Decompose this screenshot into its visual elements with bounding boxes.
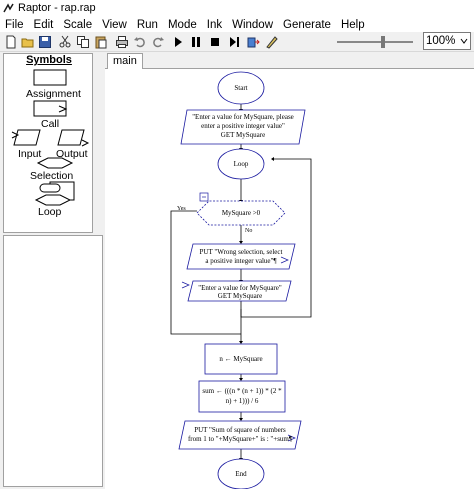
stop-icon: [211, 38, 219, 46]
undo-icon: [134, 37, 145, 48]
menu-mode[interactable]: Mode: [163, 19, 202, 31]
scissors-icon: [59, 35, 71, 48]
output-sum-line-2: from 1 to "+MySquare+" is : "+sum¶: [188, 435, 293, 443]
symbol-label-assignment: Assignment: [26, 88, 81, 100]
printer-icon: [116, 36, 128, 48]
start-text: Start: [234, 84, 247, 92]
input-prompt-2-line-2: GET MySquare: [218, 292, 262, 300]
chevron-down-icon: [460, 38, 468, 44]
menu-edit[interactable]: Edit: [29, 19, 59, 31]
loop-symbol-diamond[interactable]: [34, 194, 72, 206]
output-symbol[interactable]: [57, 129, 85, 146]
zoom-value: 100%: [426, 35, 456, 47]
menu-run[interactable]: Run: [132, 19, 163, 31]
assignment-symbol[interactable]: [33, 69, 67, 86]
save-button[interactable]: [37, 34, 53, 50]
speed-slider-thumb[interactable]: [381, 36, 385, 48]
ink-button[interactable]: [264, 34, 280, 50]
assign-sum-line-2: n) + 1))) / 6: [226, 397, 259, 405]
cut-button[interactable]: [57, 34, 73, 50]
loop-symbol-top[interactable]: [39, 183, 61, 193]
symbol-label-loop: Loop: [38, 206, 62, 218]
loop-text: Loop: [234, 160, 249, 168]
menu-ink[interactable]: Ink: [202, 19, 227, 31]
open-file-button[interactable]: [20, 34, 36, 50]
new-file-icon: [6, 35, 16, 49]
input-prompt-2-line-1: "Enter a value for MySquare": [198, 284, 282, 292]
reset-icon: [247, 37, 260, 48]
input-prompt-1-line-3: GET MySquare: [221, 131, 265, 139]
window-title: Raptor - rap.rap: [18, 2, 96, 14]
symbol-label-input: Input: [18, 148, 42, 160]
raptor-app-icon: [3, 2, 14, 12]
redo-button[interactable]: [150, 34, 166, 50]
flowchart-canvas[interactable]: Start "Enter a value for MySquare, pleas…: [105, 69, 474, 489]
folder-icon: [21, 38, 34, 48]
decision-condition: MySquare >0: [222, 209, 261, 217]
speed-slider[interactable]: [335, 36, 415, 48]
pause-button[interactable]: [188, 34, 204, 50]
reset-button[interactable]: [245, 34, 261, 50]
print-button[interactable]: [114, 34, 130, 50]
menu-file[interactable]: File: [0, 19, 29, 31]
step-icon: [230, 37, 239, 47]
left-panel: Symbols Assignment Call Input Output Sel…: [0, 53, 105, 489]
paste-button[interactable]: [93, 34, 109, 50]
zoom-select[interactable]: 100%: [423, 32, 471, 50]
save-icon: [39, 36, 51, 48]
output-wrong-line-1: PUT "Wrong selection, select: [200, 248, 283, 256]
flowchart: Start "Enter a value for MySquare, pleas…: [170, 71, 312, 489]
menu-view[interactable]: View: [97, 19, 132, 31]
play-icon: [175, 37, 182, 47]
redo-icon: [153, 37, 164, 48]
symbol-label-selection: Selection: [30, 170, 74, 182]
toolbar: [0, 32, 474, 52]
menu-bar: File Edit Scale View Run Mode Ink Window…: [0, 16, 474, 33]
menu-help[interactable]: Help: [336, 19, 370, 31]
input-prompt-1-line-2: enter a positive integer value": [201, 122, 285, 130]
end-text: End: [235, 470, 247, 478]
pause-icon: [192, 37, 200, 47]
run-button[interactable]: [170, 34, 186, 50]
tab-main[interactable]: main: [107, 53, 143, 69]
input-symbol[interactable]: [13, 129, 41, 146]
zoom-dropdown-button[interactable]: [458, 33, 470, 49]
output-arrow-icon: [81, 139, 90, 147]
yes-label: Yes: [177, 206, 186, 212]
stop-button[interactable]: [207, 34, 223, 50]
undo-button[interactable]: [132, 34, 148, 50]
symbol-label-output: Output: [56, 148, 88, 160]
menu-generate[interactable]: Generate: [278, 19, 336, 31]
assign-n-text: n ← MySquare: [219, 355, 262, 363]
symbols-palette: Symbols Assignment Call Input Output Sel…: [3, 53, 93, 233]
output-wrong-line-2: a positive integer value"¶: [205, 257, 277, 265]
tab-bar: main: [105, 53, 474, 69]
pen-icon: [266, 36, 278, 49]
assign-sum-line-1: sum ← (((n * (n + 1)) * (2 *: [202, 387, 282, 395]
input-prompt-1-line-1: "Enter a value for MySquare, please: [192, 113, 294, 121]
copy-button[interactable]: [75, 34, 91, 50]
menu-window[interactable]: Window: [227, 19, 278, 31]
call-symbol[interactable]: [33, 100, 67, 117]
step-button[interactable]: [226, 34, 242, 50]
variables-panel: [3, 235, 103, 487]
title-bar: Raptor - rap.rap: [0, 0, 474, 16]
no-label: No: [245, 228, 252, 234]
copy-icon: [77, 36, 89, 48]
paste-icon: [95, 36, 107, 49]
menu-scale[interactable]: Scale: [58, 19, 97, 31]
symbol-label-call: Call: [41, 118, 60, 130]
new-file-button[interactable]: [3, 34, 19, 50]
output-sum-line-1: PUT "Sum of square of numbers: [194, 426, 286, 434]
